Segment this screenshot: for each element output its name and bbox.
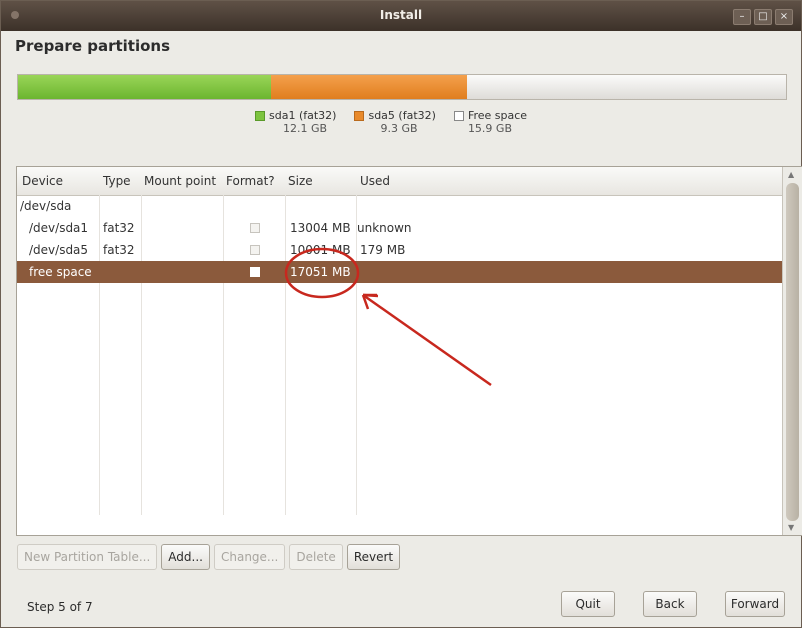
format-checkbox[interactable] — [250, 223, 260, 233]
window-title: Install — [379, 8, 423, 22]
scroll-up-icon[interactable]: ▲ — [788, 170, 794, 179]
cell-used: unknown — [357, 221, 412, 235]
cell-device: /dev/sda5 — [29, 243, 89, 257]
window-controls: – □ × — [733, 9, 793, 25]
legend-swatch-sda1 — [255, 111, 265, 121]
partition-legend: sda1 (fat32) 12.1 GB sda5 (fat32) 9.3 GB… — [255, 109, 527, 135]
format-checkbox[interactable] — [250, 267, 260, 277]
legend-label: sda1 (fat32) — [269, 109, 337, 122]
format-checkbox[interactable] — [250, 245, 260, 255]
change-partition-button[interactable]: Change... — [213, 544, 286, 570]
legend-swatch-sda5 — [354, 111, 365, 121]
table-row-dev-sda5[interactable]: /dev/sda5 fat32 10001 MB 179 MB — [17, 239, 782, 261]
legend-item-sda1: sda1 (fat32) 12.1 GB — [255, 109, 336, 135]
column-header-used[interactable]: Used — [360, 174, 390, 188]
legend-item-sda5: sda5 (fat32) 9.3 GB — [354, 109, 436, 135]
table-scrollbar[interactable]: ▲ ▼ — [782, 167, 802, 535]
table-row-free-space[interactable]: free space 17051 MB — [17, 261, 782, 283]
table-row-dev-sda1[interactable]: /dev/sda1 fat32 13004 MB unknown — [17, 217, 782, 239]
partition-table: Device Type Mount point Format? Size Use… — [16, 166, 802, 536]
forward-button[interactable]: Forward — [725, 591, 785, 617]
back-button[interactable]: Back — [643, 591, 697, 617]
column-header-mount-point[interactable]: Mount point — [144, 174, 216, 188]
cell-size: 13004 MB — [290, 221, 351, 235]
minimize-icon[interactable]: – — [733, 9, 751, 25]
close-icon[interactable]: × — [775, 9, 793, 25]
title-bar[interactable]: Install – □ × — [1, 1, 801, 31]
table-row-dev-sda[interactable]: /dev/sda — [17, 195, 782, 217]
legend-size: 12.1 GB — [283, 122, 328, 135]
legend-size: 15.9 GB — [467, 122, 512, 135]
new-partition-table-button[interactable]: New Partition Table... — [17, 544, 158, 570]
legend-size: 9.3 GB — [380, 122, 418, 135]
cell-device: free space — [29, 265, 92, 279]
legend-item-free: Free space 15.9 GB — [453, 109, 528, 135]
cell-type: fat32 — [103, 243, 135, 257]
legend-swatch-free — [453, 111, 464, 121]
partition-segment-free — [467, 75, 786, 99]
partition-bar — [17, 74, 787, 100]
wizard-navigation: Quit Back Forward — [561, 591, 785, 617]
column-header-size[interactable]: Size — [288, 174, 313, 188]
revert-button[interactable]: Revert — [346, 544, 401, 570]
cell-size: 17051 MB — [290, 265, 351, 279]
partition-actions: New Partition Table... Add... Change... … — [17, 544, 401, 570]
legend-label: Free space — [467, 109, 528, 122]
scroll-thumb[interactable] — [786, 183, 799, 521]
page-title: Prepare partitions — [15, 37, 171, 55]
partition-segment-sda5 — [271, 75, 468, 99]
column-header-type[interactable]: Type — [103, 174, 131, 188]
quit-button[interactable]: Quit — [561, 591, 615, 617]
cell-type: fat32 — [103, 221, 135, 235]
legend-label: sda5 (fat32) — [368, 109, 436, 122]
column-header-format[interactable]: Format? — [226, 174, 275, 188]
maximize-icon[interactable]: □ — [754, 9, 772, 25]
scroll-down-icon[interactable]: ▼ — [788, 523, 794, 532]
cell-device: /dev/sda1 — [29, 221, 89, 235]
cell-used: 179 MB — [360, 243, 406, 257]
step-indicator: Step 5 of 7 — [27, 600, 93, 614]
cell-device: /dev/sda — [20, 199, 72, 213]
column-header-device[interactable]: Device — [22, 174, 63, 188]
partition-segment-sda1 — [18, 75, 272, 99]
add-partition-button[interactable]: Add... — [161, 544, 210, 570]
delete-partition-button[interactable]: Delete — [289, 544, 343, 570]
table-header: Device Type Mount point Format? Size Use… — [17, 167, 782, 196]
cell-size: 10001 MB — [290, 243, 351, 257]
install-window: Install – □ × Prepare partitions sda1 (f… — [0, 0, 802, 628]
